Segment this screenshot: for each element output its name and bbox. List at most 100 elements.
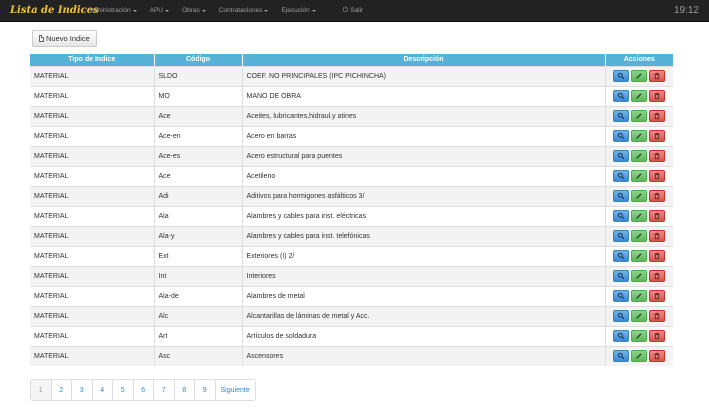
view-button[interactable] bbox=[613, 130, 630, 142]
main-menu: Administración APU Obras Contrataciones … bbox=[88, 7, 376, 15]
caret-down-icon bbox=[201, 9, 206, 12]
view-button[interactable] bbox=[613, 110, 630, 122]
view-button[interactable] bbox=[613, 230, 630, 242]
delete-button[interactable] bbox=[649, 230, 666, 242]
table-row[interactable]: MATERIAL Ace Acetileno bbox=[30, 165, 673, 186]
view-button[interactable] bbox=[613, 310, 630, 322]
table-row[interactable]: MATERIAL Ace-en Acero en barras bbox=[30, 125, 673, 146]
edit-button[interactable] bbox=[631, 270, 648, 282]
delete-button[interactable] bbox=[649, 130, 666, 142]
next-page-link[interactable]: Siguiente bbox=[215, 380, 255, 400]
delete-button[interactable] bbox=[649, 150, 666, 162]
menu-administracion[interactable]: Administración bbox=[88, 7, 137, 14]
cell-actions bbox=[605, 245, 673, 266]
cell-descripcion: MANO DE OBRA bbox=[242, 85, 606, 106]
cell-codigo: SLDO bbox=[154, 65, 243, 86]
page-link-4[interactable]: 4 bbox=[92, 380, 113, 400]
edit-button[interactable] bbox=[631, 170, 648, 182]
page-link-7[interactable]: 7 bbox=[154, 380, 175, 400]
menu-contrataciones[interactable]: Contrataciones bbox=[219, 7, 269, 14]
cell-tipo: MATERIAL bbox=[30, 165, 155, 186]
view-button[interactable] bbox=[613, 190, 630, 202]
app-brand[interactable]: Lista de Indices bbox=[10, 5, 99, 16]
table-row[interactable]: MATERIAL Alc Alcantarillas de láminas de m… bbox=[30, 305, 673, 326]
new-index-button[interactable]: Nuevo Indice bbox=[32, 30, 97, 47]
view-button[interactable] bbox=[613, 70, 630, 82]
edit-button[interactable] bbox=[631, 310, 648, 322]
edit-button[interactable] bbox=[631, 250, 648, 262]
delete-button[interactable] bbox=[649, 170, 666, 182]
delete-button[interactable] bbox=[649, 70, 666, 82]
edit-button[interactable] bbox=[631, 190, 648, 202]
page-link-2[interactable]: 2 bbox=[51, 380, 72, 400]
header-codigo[interactable]: Código bbox=[154, 54, 243, 66]
cell-codigo: Ext bbox=[154, 245, 243, 266]
cell-actions bbox=[605, 185, 673, 206]
page-link-9[interactable]: 9 bbox=[195, 380, 216, 400]
table-row[interactable]: MATERIAL Int Interiores bbox=[30, 265, 673, 286]
logout-link[interactable]: ⏻ Salir bbox=[343, 7, 364, 15]
edit-button[interactable] bbox=[631, 230, 648, 242]
table-row[interactable]: MATERIAL Asc Ascensores bbox=[30, 345, 673, 366]
menu-ejecucion[interactable]: Ejecución bbox=[281, 7, 316, 14]
cell-tipo: MATERIAL bbox=[30, 145, 155, 166]
edit-button[interactable] bbox=[631, 110, 648, 122]
delete-button[interactable] bbox=[649, 270, 666, 282]
view-button[interactable] bbox=[613, 350, 630, 363]
edit-button[interactable] bbox=[631, 130, 648, 142]
table-row[interactable]: MATERIAL Ace-es Acero estructural para pue… bbox=[30, 145, 673, 166]
delete-button[interactable] bbox=[649, 190, 666, 202]
view-button[interactable] bbox=[613, 270, 630, 282]
edit-button[interactable] bbox=[631, 350, 648, 363]
cell-descripcion: Ascensores bbox=[242, 345, 606, 366]
delete-button[interactable] bbox=[649, 290, 666, 302]
delete-button[interactable] bbox=[649, 250, 666, 262]
edit-button[interactable] bbox=[631, 150, 648, 162]
page-link-5[interactable]: 5 bbox=[113, 380, 134, 400]
view-button[interactable] bbox=[613, 170, 630, 182]
delete-button[interactable] bbox=[649, 330, 666, 342]
delete-button[interactable] bbox=[649, 210, 666, 222]
page-link-3[interactable]: 3 bbox=[72, 380, 93, 400]
view-button[interactable] bbox=[613, 90, 630, 102]
table-row[interactable]: MATERIAL Ala-de Alambres de metal bbox=[30, 285, 673, 306]
delete-button[interactable] bbox=[649, 90, 666, 102]
table-row[interactable]: MATERIAL MO MANO DE OBRA bbox=[30, 85, 673, 106]
delete-button[interactable] bbox=[649, 350, 666, 363]
view-button[interactable] bbox=[613, 150, 630, 162]
delete-button[interactable] bbox=[649, 110, 666, 122]
table-row[interactable]: MATERIAL Ace Aceites, lubricantes,hidraul.… bbox=[30, 105, 673, 126]
cell-actions bbox=[605, 325, 673, 346]
table-row[interactable]: MATERIAL Ext Exteriores (I) 2/ bbox=[30, 245, 673, 266]
edit-button[interactable] bbox=[631, 70, 648, 82]
cell-actions bbox=[605, 205, 673, 226]
cell-tipo: MATERIAL bbox=[30, 205, 155, 226]
table-row[interactable]: MATERIAL Adi Aditivos para hormigones asfá… bbox=[30, 185, 673, 206]
cell-codigo: Ace-es bbox=[154, 145, 243, 166]
view-button[interactable] bbox=[613, 330, 630, 342]
page-link-6[interactable]: 6 bbox=[133, 380, 154, 400]
cell-codigo: Alc bbox=[154, 305, 243, 326]
page-link-8[interactable]: 8 bbox=[174, 380, 195, 400]
edit-button[interactable] bbox=[631, 90, 648, 102]
view-button[interactable] bbox=[613, 250, 630, 262]
cell-tipo: MATERIAL bbox=[30, 225, 155, 246]
page-link-1[interactable]: 1 bbox=[31, 380, 52, 400]
edit-button[interactable] bbox=[631, 210, 648, 222]
table-row[interactable]: MATERIAL Ala Alambres y cables para inst. … bbox=[30, 205, 673, 226]
menu-apu[interactable]: APU bbox=[150, 7, 170, 14]
delete-button[interactable] bbox=[649, 310, 666, 322]
pagination: 1 2 3 4 5 6 7 8 9 Siguiente bbox=[30, 379, 256, 401]
edit-button[interactable] bbox=[631, 330, 648, 342]
header-descripcion[interactable]: Descripción bbox=[242, 54, 606, 66]
edit-button[interactable] bbox=[631, 290, 648, 302]
view-button[interactable] bbox=[613, 210, 630, 222]
header-tipo[interactable]: Tipo de Indice bbox=[30, 54, 155, 66]
cell-codigo: Ace-en bbox=[154, 125, 243, 146]
menu-obras[interactable]: Obras bbox=[182, 7, 206, 14]
table-row[interactable]: MATERIAL Art Artículos de soldadura bbox=[30, 325, 673, 346]
document-icon bbox=[39, 35, 44, 42]
view-button[interactable] bbox=[613, 290, 630, 302]
table-row[interactable]: MATERIAL SLDO COEF. NO PRINCIPALES (IPC PI… bbox=[30, 65, 673, 86]
table-row[interactable]: MATERIAL Ala-y Alambres y cables para inst… bbox=[30, 225, 673, 246]
